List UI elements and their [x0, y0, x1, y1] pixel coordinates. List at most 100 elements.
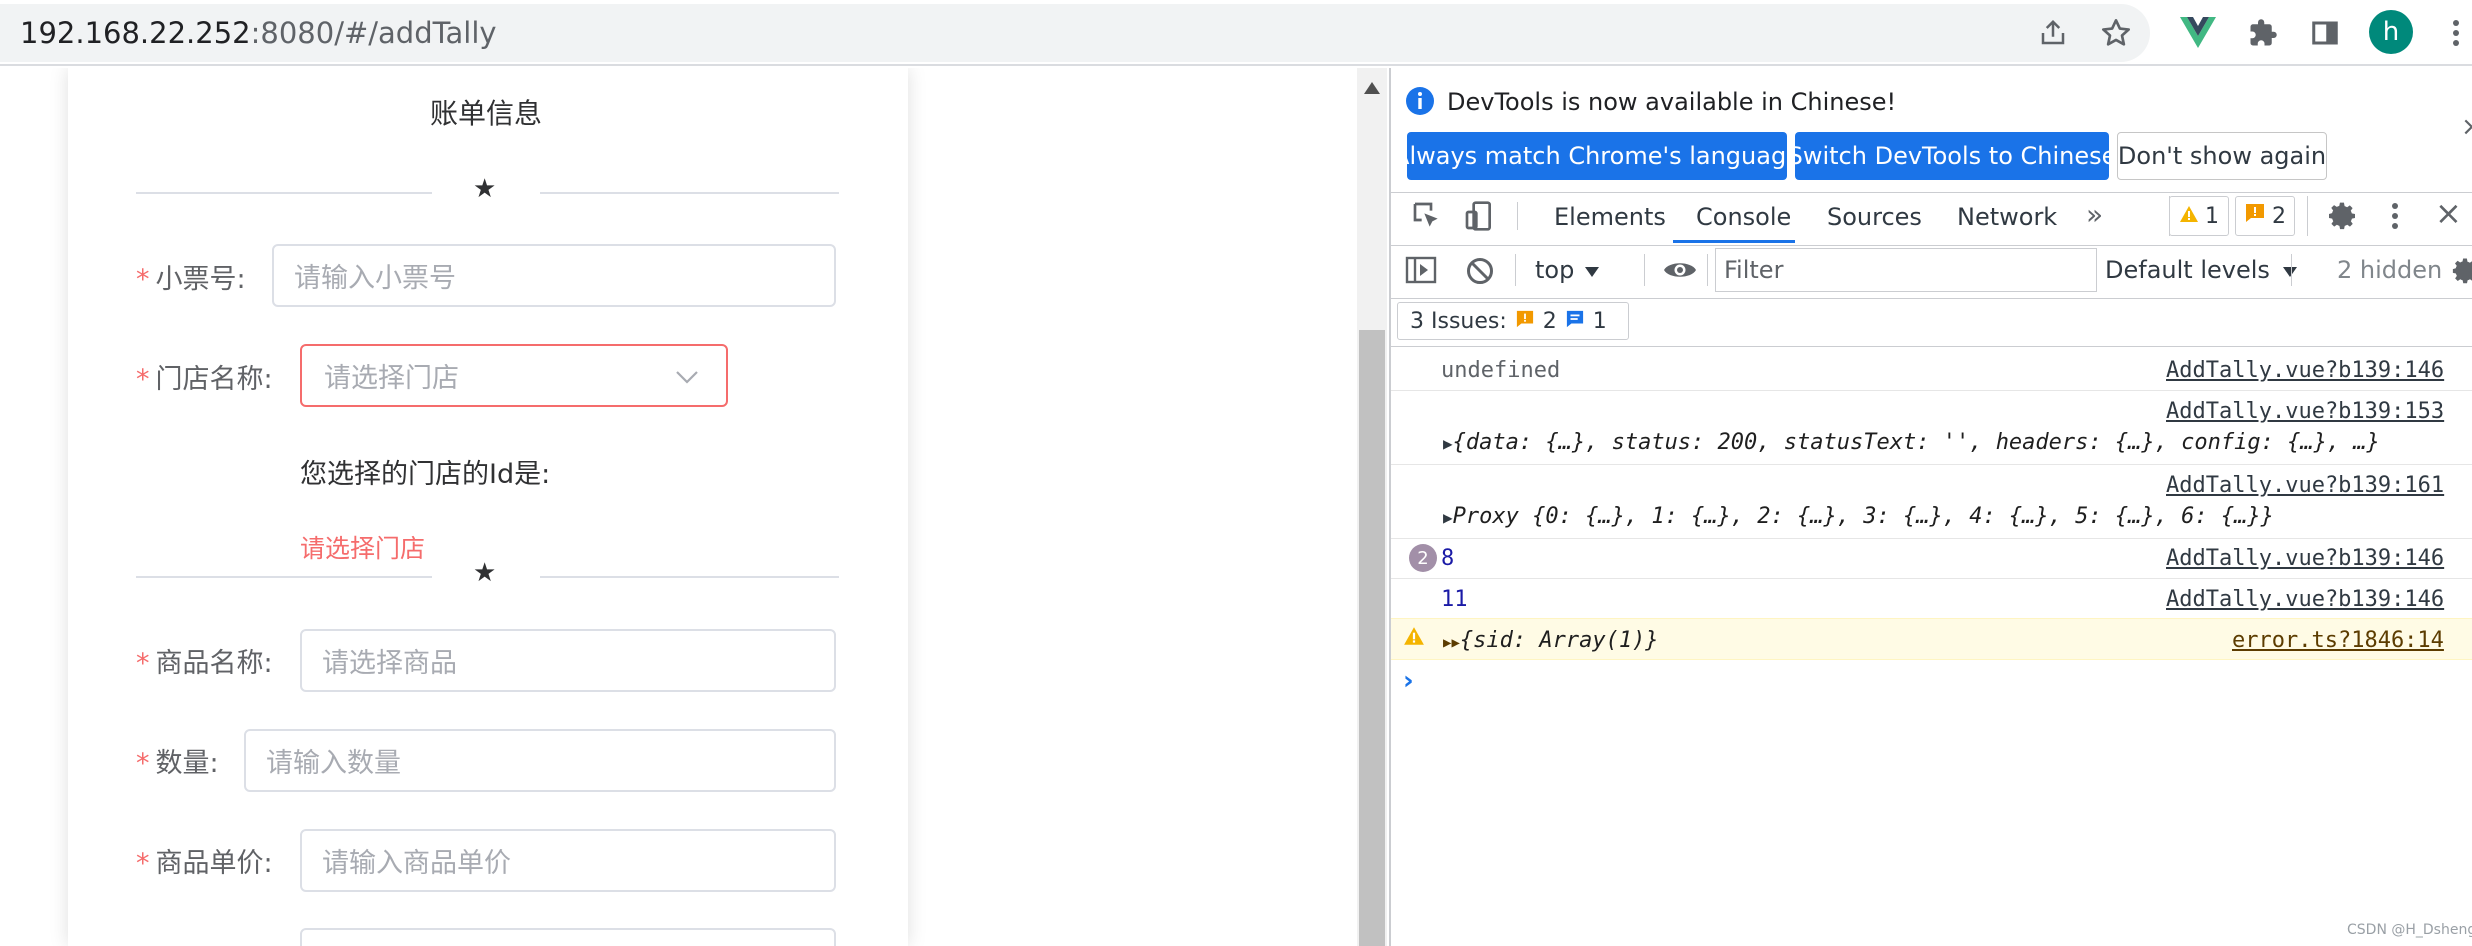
- console-source-link[interactable]: error.ts?1846:14: [2232, 628, 2444, 653]
- issues-counter[interactable]: 2: [2235, 196, 2295, 236]
- quantity-input[interactable]: 请输入数量: [244, 729, 836, 792]
- console-object: {data: {…}, status: 200, statusText: '',…: [1452, 430, 2380, 455]
- active-tab-indicator: [1673, 240, 1795, 243]
- console-source-link[interactable]: AddTally.vue?b139:161: [2166, 473, 2444, 498]
- settings-gear-icon[interactable]: [2327, 200, 2359, 236]
- profile-avatar[interactable]: h: [2369, 10, 2413, 54]
- divider: [1391, 538, 2472, 539]
- store-error-message: 请选择门店: [300, 534, 426, 563]
- expand-triangle-icon[interactable]: ▶: [1443, 508, 1453, 527]
- dont-show-again-button[interactable]: Don't show again: [2117, 132, 2327, 180]
- devtools-panel: DevTools is now available in Chinese! × …: [1389, 68, 2472, 946]
- console-prompt[interactable]: ›: [1403, 666, 1414, 696]
- console-source-link[interactable]: AddTally.vue?b139:146: [2166, 587, 2444, 612]
- share-icon[interactable]: [2030, 10, 2076, 56]
- bookmark-star-icon[interactable]: [2093, 10, 2139, 56]
- next-input[interactable]: [300, 928, 836, 946]
- tab-sources[interactable]: Sources: [1827, 203, 1922, 231]
- product-label-text: 商品名称:: [155, 648, 273, 679]
- divider: [1644, 254, 1645, 286]
- console-object-row[interactable]: ▶Proxy {0: {…}, 1: {…}, 2: {…}, 3: {…}, …: [1443, 504, 2274, 529]
- switch-to-chinese-button[interactable]: Switch DevTools to Chinese: [1788, 132, 2116, 180]
- log-levels-dropdown[interactable]: Default levels: [2105, 256, 2298, 284]
- console-message: 11: [1441, 587, 1468, 612]
- device-toolbar-icon[interactable]: [1463, 200, 1495, 236]
- log-levels-label: Default levels: [2105, 256, 2270, 284]
- dropdown-triangle-icon: [1584, 256, 1600, 284]
- issues-bar-button[interactable]: 3 Issues: 2 1: [1397, 302, 1629, 340]
- console-object-row[interactable]: ▶{data: {…}, status: 200, statusText: ''…: [1443, 430, 2380, 455]
- divider: [1391, 390, 2472, 391]
- console-source-link[interactable]: AddTally.vue?b139:153: [2166, 399, 2444, 424]
- console-filter-input[interactable]: Filter: [1715, 248, 2097, 292]
- console-settings-gear-icon[interactable]: [2451, 256, 2472, 290]
- browser-toolbar: 192.168.22.252:8080/#/addTally h: [0, 0, 2472, 66]
- divider: [1517, 202, 1518, 230]
- price-label: * 商品单价:: [136, 841, 273, 880]
- context-selector[interactable]: top: [1535, 256, 1600, 284]
- unit-price-input[interactable]: 请输入商品单价: [300, 829, 836, 892]
- divider: [1707, 254, 1708, 286]
- devtools-banner-text: DevTools is now available in Chinese!: [1447, 88, 1897, 116]
- live-expression-eye-icon[interactable]: [1663, 258, 1697, 286]
- more-menu-icon[interactable]: [2440, 10, 2472, 56]
- extensions-puzzle-icon[interactable]: [2240, 10, 2286, 56]
- required-mark: *: [136, 264, 150, 295]
- star-icon: ★: [473, 558, 497, 588]
- product-select[interactable]: 请选择商品: [300, 629, 836, 692]
- required-mark: *: [136, 648, 150, 679]
- quantity-label-text: 数量:: [155, 748, 219, 779]
- product-label: * 商品名称:: [136, 641, 273, 680]
- divider: [1515, 254, 1516, 286]
- issues-count: 2: [2272, 203, 2286, 229]
- address-bar[interactable]: 192.168.22.252:8080/#/addTally: [0, 4, 2150, 62]
- store-label: * 门店名称:: [136, 357, 273, 396]
- divider-right: [540, 192, 839, 194]
- scroll-up-arrow-icon[interactable]: [1363, 80, 1381, 99]
- divider: [1391, 464, 2472, 465]
- star-icon: ★: [473, 174, 497, 204]
- receipt-number-input[interactable]: 请输入小票号: [272, 244, 836, 307]
- console-source-link[interactable]: AddTally.vue?b139:146: [2166, 358, 2444, 383]
- console-source-link[interactable]: AddTally.vue?b139:146: [2166, 546, 2444, 571]
- vue-devtools-icon[interactable]: [2175, 10, 2221, 56]
- side-panel-icon[interactable]: [2302, 10, 2348, 56]
- sidebar-toggle-icon[interactable]: [1405, 256, 1437, 288]
- close-devtools-icon[interactable]: ×: [2435, 194, 2462, 232]
- tab-elements[interactable]: Elements: [1554, 203, 1666, 231]
- devtools-menu-icon[interactable]: [2391, 202, 2399, 234]
- tab-console[interactable]: Console: [1696, 203, 1791, 231]
- more-tabs-chevron-icon[interactable]: »: [2086, 198, 2103, 231]
- store-select[interactable]: 请选择门店: [300, 344, 728, 407]
- clear-console-icon[interactable]: [1465, 256, 1495, 290]
- issues-label: 3 Issues:: [1410, 308, 1507, 334]
- divider: [2291, 254, 2292, 286]
- dropdown-triangle-icon: [2282, 256, 2298, 284]
- receipt-label-text: 小票号:: [155, 264, 246, 295]
- scrollbar-thumb[interactable]: [1359, 330, 1385, 946]
- warning-icon: [1403, 626, 1425, 650]
- warning-icon: [2179, 204, 2199, 229]
- console-message: 8: [1441, 546, 1455, 571]
- store-id-text: 您选择的门店的Id是:: [300, 459, 551, 490]
- tab-network[interactable]: Network: [1957, 203, 2057, 231]
- divider-left: [136, 192, 432, 194]
- store-label-text: 门店名称:: [155, 364, 273, 395]
- expand-triangle-icon[interactable]: ▶: [1451, 635, 1459, 651]
- inspect-element-icon[interactable]: [1411, 200, 1443, 236]
- divider: [1391, 192, 2472, 193]
- chevron-down-icon: [674, 364, 700, 395]
- expand-triangle-icon[interactable]: ▶: [1443, 434, 1453, 453]
- info-icon: [1405, 86, 1435, 120]
- divider: [1391, 245, 2472, 246]
- close-banner-icon[interactable]: ×: [2461, 112, 2472, 142]
- issues-info-count: 1: [1592, 308, 1607, 334]
- issues-warn-count: 2: [1542, 308, 1557, 334]
- warnings-counter[interactable]: 1: [2169, 196, 2229, 236]
- url-host: 192.168.22.252: [20, 16, 251, 50]
- console-object-row[interactable]: ▶▶{sid: Array(1)}: [1443, 628, 1659, 653]
- always-match-language-button[interactable]: Always match Chrome's language: [1393, 132, 1801, 180]
- url-text[interactable]: 192.168.22.252:8080/#/addTally: [20, 16, 497, 50]
- hidden-messages-count: 2 hidden: [2337, 256, 2443, 284]
- page-viewport: 账单信息 ★ * 小票号: 请输入小票号 * 门店名称: 请选择门店 您选择的门店的…: [0, 68, 1357, 946]
